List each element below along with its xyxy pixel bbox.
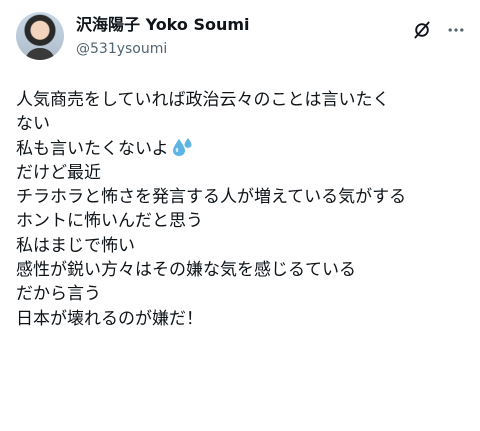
- post-text: 人気商売をしていれば政治云々のことは言いたく ない 私も言いたくないよ だけど最…: [16, 88, 466, 331]
- post-line-4: だけど最近: [16, 162, 101, 183]
- post: 沢海陽子 Yoko Soumi @531ysoumi 人気商売をしていれば政治云…: [0, 0, 480, 431]
- display-name[interactable]: 沢海陽子 Yoko Soumi: [76, 15, 250, 35]
- grok-icon[interactable]: [412, 20, 432, 40]
- post-line-5: チラホラと怖さを発言する人が増えている気がする: [16, 187, 407, 208]
- post-line-3-text: 私も言いたくないよ: [16, 138, 169, 159]
- sweat-droplets-icon: [172, 137, 192, 156]
- post-line-9: だから言う: [16, 284, 101, 305]
- post-line-10: 日本が壊れるのが嫌だ！: [16, 308, 203, 329]
- post-line-1: 人気商売をしていれば政治云々のことは言いたく: [16, 90, 390, 110]
- avatar[interactable]: [16, 12, 64, 60]
- post-line-8: 感性が鋭い方々はその嫌な気を感じるている: [16, 260, 356, 281]
- post-line-3: 私も言いたくないよ: [16, 137, 466, 161]
- avatar-shirt: [25, 48, 55, 60]
- post-line-6: ホントに怖いんだと思う: [16, 211, 203, 232]
- post-line-2: ない: [16, 114, 50, 135]
- more-options-icon[interactable]: [446, 20, 466, 40]
- post-line-7: 私はまじで怖い: [16, 235, 135, 256]
- user-handle[interactable]: @531ysoumi: [76, 40, 167, 58]
